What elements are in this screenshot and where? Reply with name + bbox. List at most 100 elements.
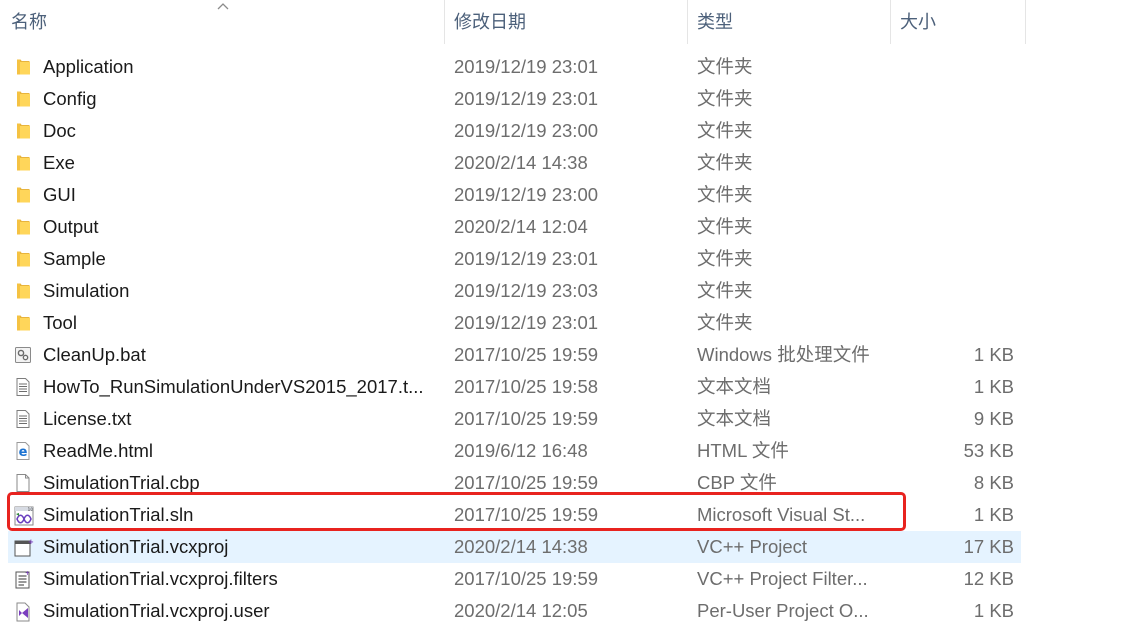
text-file-icon — [14, 378, 32, 396]
file-size: 8 KB — [973, 472, 1014, 493]
edge-html-icon: e — [14, 442, 32, 460]
file-name: SimulationTrial.vcxproj — [43, 536, 229, 557]
folder-icon — [14, 122, 32, 140]
file-row[interactable]: CleanUp.bat 2017/10/25 19:59 Windows 批处理文件… — [8, 339, 1021, 371]
file-size: 1 KB — [973, 504, 1014, 525]
file-row[interactable]: Application 2019/12/19 23:01 文件夹 — [8, 51, 1021, 83]
file-name: Simulation — [43, 280, 130, 301]
file-size: 9 KB — [973, 408, 1014, 429]
file-row[interactable]: SimulationTrial.vcxproj.user 2020/2/14 12… — [8, 595, 1021, 627]
file-name: Doc — [43, 120, 76, 141]
file-date-modified: 2019/12/19 23:00 — [454, 184, 599, 205]
file-type: 文件夹 — [697, 248, 753, 269]
folder-icon — [14, 218, 32, 236]
file-date-modified: 2020/2/14 14:38 — [454, 536, 588, 557]
file-row[interactable]: ++ SimulationTrial.vcxproj 2020/2/14 14:38… — [8, 531, 1021, 563]
file-date-modified: 2017/10/25 19:59 — [454, 472, 599, 493]
file-size: 53 KB — [963, 440, 1014, 461]
file-size: 1 KB — [973, 600, 1014, 621]
file-size: 1 KB — [973, 376, 1014, 397]
file-row[interactable]: GUI 2019/12/19 23:00 文件夹 — [8, 179, 1021, 211]
column-header-date-modified[interactable]: 修改日期 — [454, 0, 687, 44]
column-header-type[interactable]: 类型 — [697, 0, 890, 44]
column-divider[interactable] — [890, 0, 891, 44]
file-name: SimulationTrial.sln — [43, 504, 194, 525]
file-name: Sample — [43, 248, 106, 269]
file-row[interactable]: + SimulationTrial.vcxproj.filters 2017/10/… — [8, 563, 1021, 595]
file-date-modified: 2019/12/19 23:01 — [454, 248, 599, 269]
file-type: VC++ Project — [697, 536, 808, 557]
file-name: Application — [43, 56, 134, 77]
file-name: GUI — [43, 184, 76, 205]
file-type: 文件夹 — [697, 216, 753, 237]
file-name: SimulationTrial.cbp — [43, 472, 200, 493]
file-row[interactable]: Doc 2019/12/19 23:00 文件夹 — [8, 115, 1021, 147]
file-date-modified: 2019/12/19 23:00 — [454, 120, 599, 141]
file-type: 文件夹 — [697, 280, 753, 301]
file-type: HTML 文件 — [697, 440, 789, 461]
file-name: ReadMe.html — [43, 440, 154, 461]
file-row[interactable]: Sample 2019/12/19 23:01 文件夹 — [8, 243, 1021, 275]
file-date-modified: 2020/2/14 12:05 — [454, 600, 588, 621]
file-type: 文本文档 — [697, 408, 772, 429]
filters-file-icon: + — [14, 570, 32, 589]
file-row[interactable]: Tool 2019/12/19 23:01 文件夹 — [8, 307, 1021, 339]
file-name: SimulationTrial.vcxproj.filters — [43, 568, 278, 589]
file-type: CBP 文件 — [697, 472, 777, 493]
folder-icon — [14, 58, 32, 76]
file-type: 文本文档 — [697, 376, 772, 397]
file-date-modified: 2019/12/19 23:01 — [454, 312, 599, 333]
file-name: Tool — [43, 312, 77, 333]
file-name: Exe — [43, 152, 75, 173]
file-date-modified: 2019/6/12 16:48 — [454, 440, 588, 461]
column-header-name[interactable]: 名称 — [11, 0, 444, 44]
file-size: 1 KB — [973, 344, 1014, 365]
file-row[interactable]: HowTo_RunSimulationUnderVS2015_2017.t...… — [8, 371, 1021, 403]
file-date-modified: 2017/10/25 19:59 — [454, 568, 599, 589]
file-date-modified: 2019/12/19 23:01 — [454, 88, 599, 109]
folder-icon — [14, 90, 32, 108]
vs-user-file-icon — [14, 602, 32, 622]
folder-icon — [14, 154, 32, 172]
blank-file-icon — [14, 474, 32, 492]
file-date-modified: 2019/12/19 23:01 — [454, 56, 599, 77]
file-type: 文件夹 — [697, 152, 753, 173]
file-row[interactable]: Output 2020/2/14 12:04 文件夹 — [8, 211, 1021, 243]
file-type: Windows 批处理文件 — [697, 344, 870, 365]
file-size: 12 KB — [963, 568, 1014, 589]
file-row[interactable]: Exe 2020/2/14 14:38 文件夹 — [8, 147, 1021, 179]
text-file-icon — [14, 410, 32, 428]
folder-icon — [14, 250, 32, 268]
svg-text:e: e — [19, 445, 28, 460]
file-type: 文件夹 — [697, 120, 753, 141]
file-row[interactable]: e ReadMe.html 2019/6/12 16:48 HTML 文件 53 KB — [8, 435, 1021, 467]
svg-text:++: ++ — [28, 538, 34, 546]
file-date-modified: 2017/10/25 19:58 — [454, 376, 599, 397]
file-row[interactable]: 10 SimulationTrial.sln 2017/10/25 19:59 Mic… — [8, 499, 1021, 531]
file-explorer-list: 名称 修改日期 类型 大小 Application 2019/12/19 23:0… — [0, 0, 1126, 643]
file-row[interactable]: Simulation 2019/12/19 23:03 文件夹 — [8, 275, 1021, 307]
column-divider[interactable] — [444, 0, 445, 44]
file-date-modified: 2017/10/25 19:59 — [454, 504, 599, 525]
file-row[interactable]: License.txt 2017/10/25 19:59 文本文档 9 KB — [8, 403, 1021, 435]
file-date-modified: 2020/2/14 14:38 — [454, 152, 588, 173]
file-name: HowTo_RunSimulationUnderVS2015_2017.t... — [43, 376, 424, 397]
file-type: 文件夹 — [697, 88, 753, 109]
folder-icon — [14, 186, 32, 204]
file-name: CleanUp.bat — [43, 344, 146, 365]
file-type: 文件夹 — [697, 184, 753, 205]
vcxproj-icon: ++ — [14, 538, 34, 557]
file-type: Per-User Project O... — [697, 600, 869, 621]
column-header-size[interactable]: 大小 — [900, 0, 1025, 44]
file-date-modified: 2017/10/25 19:59 — [454, 408, 599, 429]
file-row[interactable]: SimulationTrial.cbp 2017/10/25 19:59 CBP 文… — [8, 467, 1021, 499]
file-type: 文件夹 — [697, 56, 753, 77]
batch-file-icon — [14, 346, 32, 364]
column-divider[interactable] — [687, 0, 688, 44]
file-type: 文件夹 — [697, 312, 753, 333]
column-divider[interactable] — [1025, 0, 1026, 44]
file-row[interactable]: Config 2019/12/19 23:01 文件夹 — [8, 83, 1021, 115]
svg-text:+: + — [25, 570, 30, 577]
folder-icon — [14, 282, 32, 300]
file-date-modified: 2017/10/25 19:59 — [454, 344, 599, 365]
